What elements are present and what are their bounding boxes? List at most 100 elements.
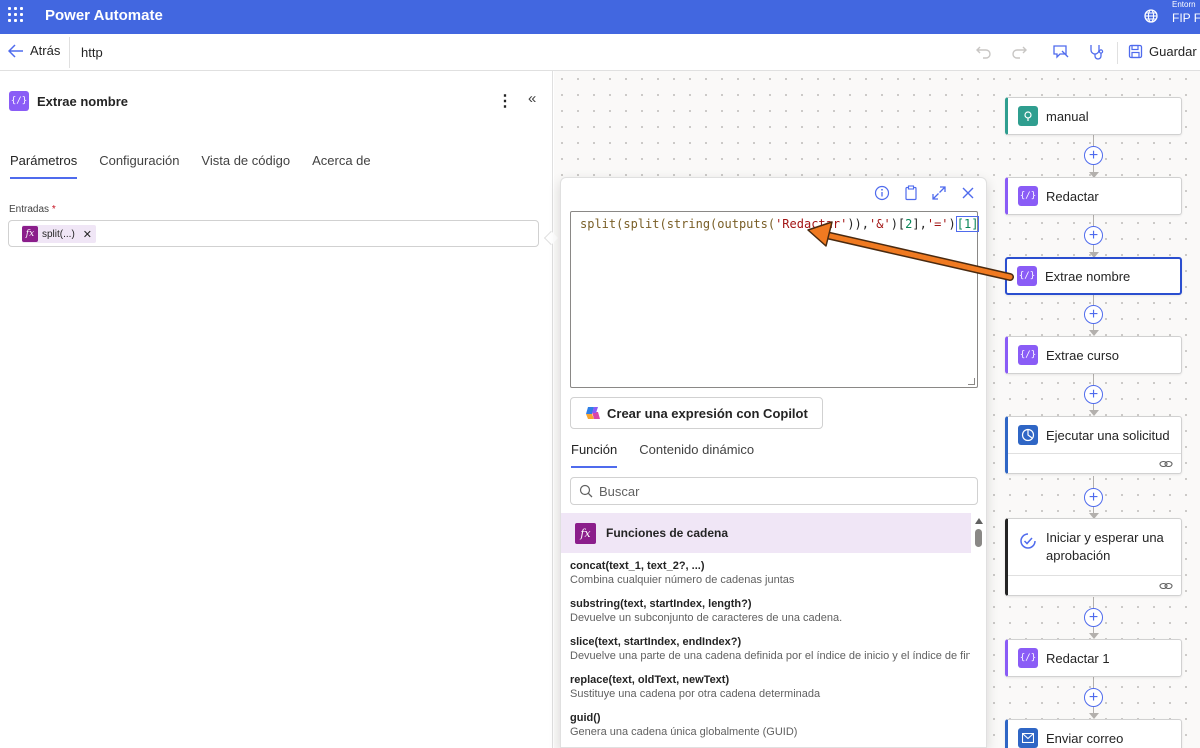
- node-label: Enviar correo: [1046, 730, 1124, 746]
- environment-name[interactable]: FIP F: [1172, 11, 1200, 25]
- flow-node-redactar-1[interactable]: {/} Redactar 1: [1005, 639, 1182, 677]
- add-step-button[interactable]: +: [1084, 688, 1103, 707]
- info-icon[interactable]: [874, 185, 890, 201]
- mail-icon: [1018, 728, 1038, 748]
- flow-node-redactar[interactable]: {/} Redactar: [1005, 177, 1182, 215]
- globe-icon[interactable]: [1143, 8, 1159, 24]
- add-step-button[interactable]: +: [1084, 305, 1103, 324]
- function-description: Devuelve una parte de una cadena definid…: [570, 650, 970, 662]
- function-item-slice[interactable]: slice(text, startIndex, endIndex?) Devue…: [570, 636, 970, 674]
- scroll-thumb[interactable]: [975, 529, 982, 547]
- save-icon: [1128, 44, 1143, 59]
- flow-node-manual[interactable]: manual: [1005, 97, 1182, 135]
- code-part: split(split(string(outputs(: [580, 217, 776, 231]
- compose-icon: {/}: [1018, 186, 1038, 206]
- node-footer: [1008, 453, 1181, 473]
- action-details-panel: {/} Extrae nombre ⋮ « Parámetros Configu…: [0, 71, 553, 748]
- search-icon: [579, 484, 593, 498]
- tab-vista-de-codigo[interactable]: Vista de código: [201, 153, 290, 179]
- expression-code: split(split(string(outputs('Redactar')),…: [580, 216, 980, 232]
- tab-acerca-de[interactable]: Acerca de: [312, 153, 371, 179]
- flow-node-iniciar-aprobacion[interactable]: Iniciar y esperar una aprobación: [1005, 518, 1182, 596]
- tab-contenido-dinamico[interactable]: Contenido dinámico: [639, 442, 754, 468]
- function-item-guid[interactable]: guid() Genera una cadena única globalmen…: [570, 712, 970, 747]
- remove-token-icon[interactable]: ✕: [83, 228, 92, 241]
- environment-label: Entorn: [1172, 0, 1196, 9]
- undo-icon[interactable]: [975, 43, 993, 61]
- flow-node-extrae-curso[interactable]: {/} Extrae curso: [1005, 336, 1182, 374]
- scroll-up-icon[interactable]: [975, 518, 983, 524]
- function-item-replace[interactable]: replace(text, oldText, newText) Sustituy…: [570, 674, 970, 712]
- required-mark: *: [51, 204, 56, 215]
- code-part: ],: [912, 217, 927, 231]
- copilot-icon: [586, 407, 600, 419]
- code-string: '=': [926, 217, 949, 231]
- scrollbar[interactable]: [973, 513, 985, 747]
- flow-node-enviar-correo[interactable]: Enviar correo: [1005, 719, 1182, 748]
- code-selection: [1]: [955, 216, 980, 232]
- function-signature: replace(text, oldText, newText): [570, 674, 730, 686]
- expression-textarea[interactable]: split(split(string(outputs('Redactar')),…: [570, 211, 980, 388]
- expression-token[interactable]: fx split(...) ✕: [22, 225, 96, 243]
- connector: [1093, 373, 1094, 385]
- save-label: Guardar: [1149, 44, 1197, 59]
- compose-icon: {/}: [9, 91, 29, 111]
- inputs-label: Entradas *: [9, 204, 56, 215]
- add-step-button[interactable]: +: [1084, 608, 1103, 627]
- code-string: 'Redactar': [775, 217, 848, 231]
- app-header: Power Automate Entorn FIP F: [0, 0, 1200, 34]
- save-button[interactable]: Guardar: [1128, 44, 1197, 59]
- link-icon: [1159, 460, 1173, 468]
- function-signature: concat(text_1, text_2?, ...): [570, 560, 705, 572]
- function-item-substring[interactable]: substring(text, startIndex, length?) Dev…: [570, 598, 970, 636]
- category-string-functions[interactable]: fx Funciones de cadena: [561, 513, 971, 553]
- expression-editor: split(split(string(outputs('Redactar')),…: [560, 177, 987, 748]
- flow-name[interactable]: http: [81, 45, 103, 60]
- tab-configuracion[interactable]: Configuración: [99, 153, 179, 179]
- add-step-button[interactable]: +: [1084, 385, 1103, 404]
- connector: [1093, 134, 1094, 146]
- app-title[interactable]: Power Automate: [45, 7, 163, 24]
- panel-title[interactable]: Extrae nombre: [37, 94, 128, 109]
- connector: [1093, 677, 1094, 688]
- divider: [1117, 42, 1118, 64]
- function-item-concat[interactable]: concat(text_1, text_2?, ...) Combina cua…: [570, 560, 970, 598]
- clipboard-icon[interactable]: [903, 185, 919, 201]
- tab-funcion[interactable]: Función: [571, 442, 618, 468]
- node-label: Redactar 1: [1046, 650, 1110, 666]
- flow-checker-icon[interactable]: [1087, 43, 1105, 61]
- flow-node-ejecutar-una-solicitud[interactable]: Ejecutar una solicitud: [1005, 416, 1182, 474]
- search-input[interactable]: Buscar: [570, 477, 978, 505]
- copilot-chat-icon[interactable]: [1052, 43, 1070, 61]
- category-label: Funciones de cadena: [606, 526, 729, 540]
- close-icon[interactable]: [960, 185, 976, 201]
- connector: [1093, 597, 1094, 608]
- expand-icon[interactable]: [931, 185, 947, 201]
- function-description: Sustituye una cadena por otra cadena det…: [570, 688, 821, 700]
- tab-parametros[interactable]: Parámetros: [10, 153, 78, 179]
- function-signature: slice(text, startIndex, endIndex?): [570, 636, 742, 648]
- add-step-button[interactable]: +: [1084, 226, 1103, 245]
- add-step-button[interactable]: +: [1084, 488, 1103, 507]
- inputs-field[interactable]: fx split(...) ✕: [8, 220, 539, 247]
- code-part: )[: [890, 217, 906, 231]
- node-footer: [1008, 575, 1181, 595]
- more-options-icon[interactable]: ⋮: [497, 91, 513, 111]
- redo-icon[interactable]: [1010, 43, 1028, 61]
- link-icon: [1159, 582, 1173, 590]
- code-string: '&': [869, 217, 891, 231]
- back-label: Atrás: [30, 43, 61, 58]
- node-label: Iniciar y esperar una aprobación: [1046, 530, 1164, 563]
- approval-icon: [1018, 531, 1038, 551]
- http-icon: [1018, 425, 1038, 445]
- collapse-panel-icon[interactable]: «: [528, 90, 536, 107]
- connector: [1093, 476, 1094, 488]
- app-launcher-icon[interactable]: [8, 7, 24, 23]
- create-with-copilot-button[interactable]: Crear una expresión con Copilot: [570, 397, 823, 429]
- add-step-button[interactable]: +: [1084, 146, 1103, 165]
- flow-node-extrae-nombre[interactable]: {/} Extrae nombre: [1005, 257, 1182, 295]
- function-signature: guid(): [570, 712, 601, 724]
- node-label: manual: [1046, 108, 1089, 124]
- back-button[interactable]: Atrás: [8, 43, 60, 58]
- resize-handle[interactable]: [968, 378, 975, 385]
